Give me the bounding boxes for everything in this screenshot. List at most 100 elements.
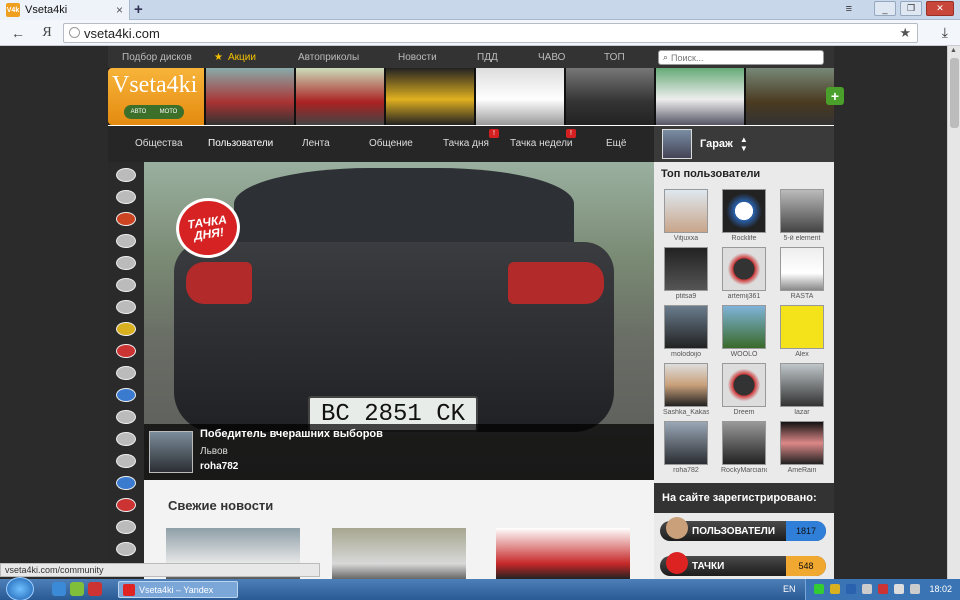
brand-logo-icon[interactable]	[116, 234, 136, 248]
brand-logo-icon[interactable]	[116, 410, 136, 424]
brand-logo-icon[interactable]	[116, 476, 136, 490]
scroll-up-arrow-icon[interactable]: ▲	[950, 47, 957, 54]
nav-car-of-week[interactable]: Тачка недели	[510, 138, 573, 149]
top-user[interactable]: Dreem	[721, 363, 767, 416]
bookmark-star-icon[interactable]: ★	[899, 25, 911, 41]
brand-logo-icon[interactable]	[116, 432, 136, 446]
brand-logo-icon[interactable]	[116, 542, 136, 556]
brand-logo-icon[interactable]	[116, 344, 136, 358]
top-user[interactable]: 5-й element	[779, 189, 825, 242]
nav-chat[interactable]: Общение	[369, 138, 413, 149]
top-user-name: lazar	[794, 409, 810, 416]
nav-feed[interactable]: Лента	[302, 138, 330, 149]
brand-logo-icon[interactable]	[116, 168, 136, 182]
brand-logo-icon[interactable]	[116, 498, 136, 512]
browser-menu-icon[interactable]: ≡	[846, 3, 852, 15]
banner-car-photo[interactable]	[746, 68, 834, 125]
scroll-thumb[interactable]	[950, 58, 959, 128]
back-button[interactable]: ←	[8, 25, 28, 41]
nav-more[interactable]: Ещё	[606, 138, 626, 149]
close-window-button[interactable]: ✕	[926, 1, 954, 16]
garage-menu[interactable]: Гараж ▲ ▼	[654, 126, 834, 162]
url-input[interactable]: vseta4ki.com ★	[63, 23, 918, 43]
topnav-wheels[interactable]: Подбор дисков	[122, 52, 192, 63]
top-user[interactable]: Vitjuxxa	[663, 189, 709, 242]
brand-logo-icon[interactable]	[116, 300, 136, 314]
brand-logo-icon[interactable]	[116, 256, 136, 270]
restore-button[interactable]: ❐	[900, 1, 922, 16]
topnav-rules[interactable]: ПДД	[477, 52, 498, 63]
tray-icon[interactable]	[846, 584, 856, 594]
tab-close-icon[interactable]: ×	[116, 3, 123, 17]
users-count-bar[interactable]: ПОЛЬЗОВАТЕЛИ 1817	[660, 517, 826, 541]
brand-logo-icon[interactable]	[116, 190, 136, 204]
top-user[interactable]: Alex	[779, 305, 825, 358]
quicklaunch-icon[interactable]	[70, 582, 84, 596]
news-card[interactable]	[496, 528, 630, 579]
top-user[interactable]: molodoijo	[663, 305, 709, 358]
add-car-button[interactable]: +	[826, 87, 844, 105]
top-user[interactable]: AmeRain	[779, 421, 825, 474]
winner-thumbnail[interactable]	[149, 431, 193, 473]
clock[interactable]: 18:02	[929, 584, 952, 594]
banner-car-photo[interactable]	[476, 68, 564, 125]
topnav-top[interactable]: ТОП	[604, 52, 625, 63]
top-user[interactable]: RockyMarciano	[721, 421, 767, 474]
top-user[interactable]: roha782	[663, 421, 709, 474]
banner-car-photo[interactable]	[566, 68, 654, 125]
brand-logo-icon[interactable]	[116, 366, 136, 380]
top-user[interactable]: artemij361	[721, 247, 767, 300]
top-user[interactable]: lazar	[779, 363, 825, 416]
brand-logo-icon[interactable]	[116, 454, 136, 468]
top-user[interactable]: Rocklife	[721, 189, 767, 242]
top-user[interactable]: WOOLO	[721, 305, 767, 358]
banner-car-photo[interactable]	[296, 68, 384, 125]
site-logo[interactable]: Vseta4ki АВТО МОТО	[108, 68, 204, 125]
topnav-faq[interactable]: ЧАВО	[538, 52, 565, 63]
banner-car-photo[interactable]	[206, 68, 294, 125]
new-tab-button[interactable]: +	[134, 1, 143, 18]
tray-icon[interactable]	[814, 584, 824, 594]
browser-tab[interactable]: V4k Vseta4ki ×	[0, 0, 130, 20]
nav-users[interactable]: Пользователи	[208, 138, 273, 149]
topnav-news[interactable]: Новости	[398, 52, 437, 63]
yandex-button[interactable]: Я	[36, 25, 58, 41]
top-user[interactable]: Sashka_Kakashka	[663, 363, 709, 416]
tray-icon[interactable]	[830, 584, 840, 594]
site-info-icon[interactable]	[69, 27, 80, 38]
tray-icon[interactable]	[862, 584, 872, 594]
brand-logo-icon[interactable]	[116, 278, 136, 292]
site-search-input[interactable]: ⌕ Поиск...	[658, 50, 824, 65]
banner-car-photo[interactable]	[656, 68, 744, 125]
top-user[interactable]: RASTA	[779, 247, 825, 300]
avatar	[780, 363, 824, 407]
nav-car-of-day[interactable]: Тачка дня	[443, 138, 489, 149]
page-scrollbar[interactable]: ▲	[947, 46, 960, 579]
minimize-button[interactable]: _	[874, 1, 896, 16]
brand-logo-icon[interactable]	[116, 388, 136, 402]
brand-logo-icon[interactable]	[116, 212, 136, 226]
nav-communities[interactable]: Общества	[135, 138, 183, 149]
taskbar-browser-window[interactable]: Vseta4ki – Yandex	[118, 581, 238, 598]
topnav-jokes[interactable]: Автоприколы	[298, 52, 359, 63]
banner-car-photo[interactable]	[386, 68, 474, 125]
tray-icon[interactable]	[894, 584, 904, 594]
brand-logo-icon[interactable]	[116, 322, 136, 336]
topnav-deals[interactable]: Акции	[228, 52, 256, 63]
language-indicator[interactable]: EN	[783, 584, 796, 594]
brand-logo-icon[interactable]	[116, 520, 136, 534]
cars-count-label: ТАЧКИ	[692, 560, 725, 572]
winner-title[interactable]: Победитель вчерашних выборов	[200, 428, 383, 440]
quicklaunch-icon[interactable]	[52, 582, 66, 596]
quicklaunch-icon[interactable]	[88, 582, 102, 596]
downloads-icon[interactable]: ⤓	[942, 24, 948, 41]
winner-username[interactable]: roha782	[200, 461, 238, 472]
start-button[interactable]	[6, 577, 34, 600]
news-card[interactable]	[332, 528, 466, 579]
cars-count-bar[interactable]: ТАЧКИ 548	[660, 552, 826, 576]
tray-icon[interactable]	[910, 584, 920, 594]
top-user[interactable]: ptitsa9	[663, 247, 709, 300]
top-nav: Подбор дисков ★ Акции Автоприколы Новост…	[108, 46, 834, 68]
tray-icon[interactable]	[878, 584, 888, 594]
car-of-day-hero[interactable]: BC 2851 CK ТАЧКА ДНЯ! Победитель вчерашн…	[144, 162, 654, 480]
